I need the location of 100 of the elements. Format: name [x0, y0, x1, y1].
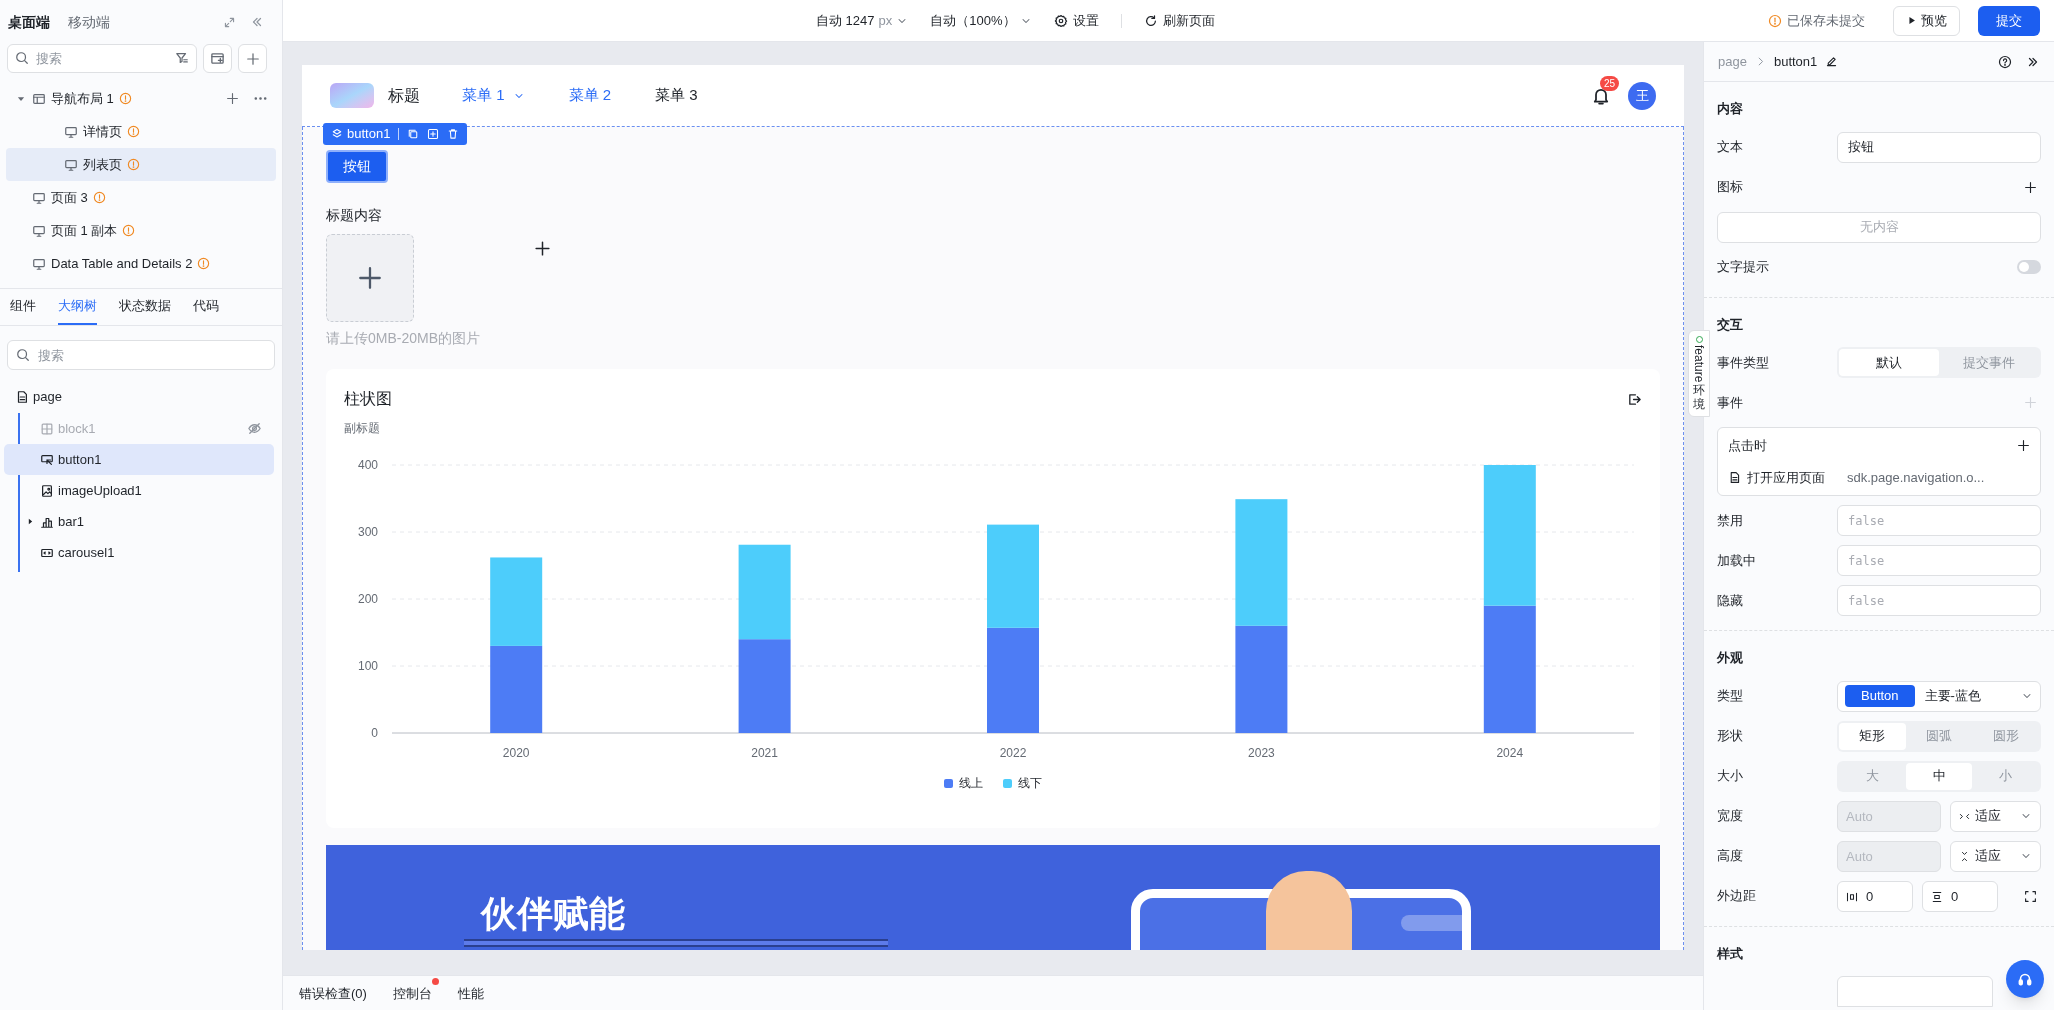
help-icon[interactable]	[1998, 54, 2012, 69]
x-tick-label: 2021	[751, 746, 778, 760]
width-value: 自动 1247	[816, 11, 875, 30]
settings-button[interactable]: 设置	[1053, 10, 1099, 31]
warning-icon	[127, 158, 140, 171]
page-tree-item[interactable]: 页面 3	[6, 181, 276, 214]
legend-label: 线上	[959, 775, 983, 792]
component-name: button1	[347, 125, 391, 144]
margin-input[interactable]: 0	[1837, 880, 1913, 912]
copy-icon[interactable]	[407, 128, 420, 140]
select-value: 主要-蓝色	[1924, 687, 1981, 706]
field-label: 宽度	[1717, 807, 1744, 826]
outline-label: carousel1	[58, 543, 115, 562]
type-select[interactable]: Button 主要-蓝色	[1837, 680, 2041, 712]
button-label: 刷新页面	[1162, 11, 1215, 30]
feature-side-tab[interactable]: feature 环境	[1688, 330, 1710, 417]
export-icon[interactable]	[1627, 391, 1642, 407]
monitor-icon	[32, 223, 46, 238]
field-label: 事件类型	[1717, 353, 1770, 372]
unit-label: px	[878, 11, 893, 30]
margin-input[interactable]: 0	[1922, 880, 1998, 912]
event-action[interactable]: 打开应用页面	[1747, 467, 1841, 487]
console-tab[interactable]: 错误检查(0)	[299, 984, 367, 1004]
outline-item[interactable]: carousel1	[4, 537, 274, 568]
expression-input[interactable]: false	[1837, 585, 2041, 616]
delete-icon[interactable]	[447, 128, 460, 140]
zoom-dropdown[interactable]: 自动（100%）	[930, 10, 1032, 31]
crosshair-icon	[534, 240, 551, 257]
page-tree-item[interactable]: 页面 1 副本	[6, 214, 276, 247]
expression-input[interactable]: false	[1837, 505, 2041, 536]
fit-dropdown[interactable]: 适应	[1950, 800, 2041, 832]
page-tree-item[interactable]: 详情页	[6, 115, 276, 148]
warning-icon	[197, 257, 211, 270]
y-tick-label: 400	[357, 458, 378, 472]
panel-tab[interactable]: 代码	[193, 289, 219, 325]
panel-tab[interactable]: 大纲树	[58, 289, 97, 325]
menu-item[interactable]: 菜单 3	[655, 84, 698, 107]
button-label: 设置	[1072, 11, 1099, 30]
console-tab[interactable]: 控制台	[392, 984, 432, 1004]
expression-input[interactable]: false	[1837, 545, 2041, 576]
canvas-button[interactable]: 按钮	[326, 150, 388, 183]
support-button[interactable]	[2006, 960, 2044, 998]
tab-label: feature	[1693, 345, 1705, 383]
edit-icon[interactable]	[1825, 55, 1839, 68]
search-icon	[16, 348, 30, 362]
segment-option[interactable]: 中	[1905, 762, 1973, 790]
search-field[interactable]: 搜索	[7, 340, 275, 370]
width-dropdown[interactable]: 自动 1247 px	[816, 10, 909, 31]
add-layout-button[interactable]	[203, 44, 232, 73]
search-field[interactable]: 搜索	[7, 44, 197, 73]
image-icon	[40, 483, 54, 498]
outline-item[interactable]: page	[0, 383, 282, 411]
field-label: 文字提示	[1717, 258, 1770, 277]
outline-item[interactable]: button1	[4, 444, 274, 475]
platform-tab[interactable]: 桌面端	[8, 11, 50, 33]
button-cursor-icon	[40, 452, 54, 467]
panel-tab[interactable]: 组件	[10, 289, 36, 325]
caret-right-icon[interactable]	[26, 517, 35, 526]
outline-item[interactable]: imageUpload1	[4, 475, 274, 506]
segment-option[interactable]: 矩形	[1839, 722, 1906, 750]
x-tick-label: 2023	[1248, 746, 1275, 760]
add-icon[interactable]	[2017, 439, 2030, 453]
page-tree-item[interactable]: 导航布局 1	[6, 82, 276, 115]
fit-dropdown[interactable]: 适应	[1950, 840, 2041, 872]
page-name: 列表页	[83, 155, 122, 174]
duplicate-icon[interactable]	[427, 128, 440, 140]
user-avatar[interactable]: 王	[1628, 81, 1656, 110]
layout-icon	[210, 51, 225, 66]
menu-item[interactable]: 菜单 2	[568, 84, 612, 107]
field-label: 高度	[1717, 847, 1744, 866]
input-field[interactable]	[1837, 976, 1993, 1007]
console-tab[interactable]: 性能	[457, 984, 484, 1004]
segment-option[interactable]: 默认	[1839, 349, 1939, 376]
panel-tab[interactable]: 状态数据	[119, 289, 171, 325]
plus-icon[interactable]	[226, 92, 239, 105]
section-title: 样式	[1717, 944, 1744, 963]
section-title: 外观	[1717, 649, 1744, 667]
text-input[interactable]: 按钮	[1837, 131, 2041, 163]
filter-icon[interactable]	[175, 51, 189, 65]
toggle-switch[interactable]	[2017, 260, 2041, 274]
section-title: 交互	[1717, 315, 1744, 334]
menu-item[interactable]: 菜单 1	[462, 84, 525, 107]
breadcrumb-item[interactable]: button1	[1773, 51, 1818, 72]
refresh-button[interactable]: 刷新页面	[1143, 10, 1215, 31]
preview-button[interactable]: 预览	[1893, 5, 1960, 36]
outline-item[interactable]: bar1	[4, 506, 274, 537]
page-tree-item[interactable]: 列表页	[6, 148, 276, 181]
expand-icon[interactable]	[223, 15, 236, 29]
add-page-button[interactable]	[238, 44, 267, 73]
document-icon	[1728, 470, 1741, 484]
outline-label: bar1	[58, 512, 85, 531]
legend-label: 线下	[1018, 775, 1042, 792]
select-value: 适应	[1975, 807, 2001, 826]
submit-button[interactable]: 提交	[1978, 5, 2040, 36]
corners-icon[interactable]	[2024, 889, 2037, 903]
add-icon[interactable]	[2024, 180, 2037, 194]
eye-off-icon[interactable]	[247, 421, 262, 436]
field-label: 事件	[1717, 393, 1744, 412]
platform-tab[interactable]: 移动端	[68, 11, 110, 33]
page-tree-item[interactable]: Data Table and Details 2	[6, 247, 276, 280]
